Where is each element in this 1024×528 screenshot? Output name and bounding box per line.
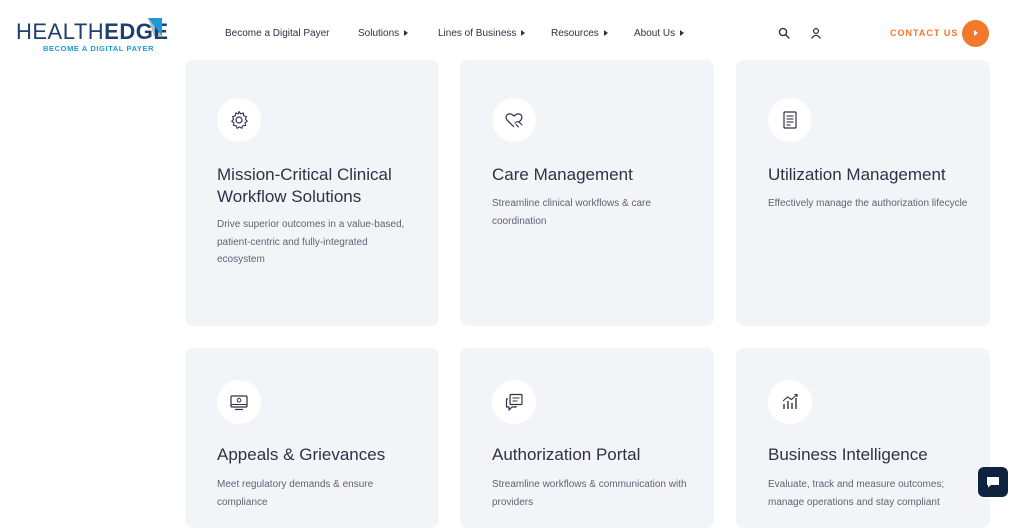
logo-tagline: BECOME A DIGITAL PAYER [43, 44, 155, 53]
solution-card-clinical-workflow[interactable]: Mission-Critical Clinical Workflow Solut… [185, 60, 439, 326]
card-icon-circle [492, 380, 536, 424]
card-icon-circle [217, 380, 261, 424]
card-icon-circle [492, 98, 536, 142]
nav-resources[interactable]: Resources [551, 26, 608, 42]
user-icon[interactable] [810, 27, 822, 39]
card-icon-circle [217, 98, 261, 142]
chat-document-icon [505, 393, 523, 411]
solution-card-utilization-management[interactable]: Utilization Management Effectively manag… [736, 60, 990, 326]
card-title: Appeals & Grievances [217, 445, 386, 464]
caret-right-icon [404, 30, 409, 37]
card-title: Care Management [492, 165, 633, 184]
solution-card-business-intelligence[interactable]: Business Intelligence Evaluate, track an… [736, 348, 990, 528]
solution-card-appeals-grievances[interactable]: Appeals & Grievances Meet regulatory dem… [185, 348, 439, 528]
caret-right-icon [603, 30, 608, 37]
card-title: Mission-Critical Clinical Workflow Solut… [217, 165, 392, 206]
card-title: Utilization Management [768, 165, 946, 184]
nav-lines-of-business[interactable]: Lines of Business [438, 26, 526, 42]
card-icon-circle [768, 380, 812, 424]
chart-icon [782, 393, 798, 409]
arrow-right-icon [974, 30, 978, 36]
monitor-icon [230, 395, 248, 411]
document-icon [783, 111, 797, 129]
gear-icon [231, 110, 248, 129]
contact-us-link[interactable]: CONTACT US [890, 28, 958, 38]
chat-bubble-icon [987, 477, 999, 488]
chat-widget-button[interactable] [978, 467, 1008, 497]
caret-right-icon [521, 30, 526, 37]
nav-solutions[interactable]: Solutions [358, 26, 409, 42]
logo-mark-icon [148, 18, 162, 36]
card-title: Business Intelligence [768, 445, 928, 464]
nav-become-a-digital-payer[interactable]: Become a Digital Payer [225, 26, 330, 42]
contact-us-button[interactable] [962, 20, 989, 47]
card-description: Streamline clinical workflows & care coo… [492, 198, 651, 227]
card-icon-circle [768, 98, 812, 142]
search-icon[interactable] [778, 27, 790, 39]
healthedge-logo[interactable]: HEALTHEDGE BECOME A DIGITAL PAYER [16, 18, 169, 54]
caret-right-icon [680, 30, 685, 37]
nav-about-us[interactable]: About Us [634, 26, 685, 42]
card-description: Streamline workflows & communication wit… [492, 479, 687, 508]
card-description: Drive superior outcomes in a value-based… [217, 219, 405, 265]
logo-wordmark: HEALTHEDGE [16, 19, 169, 44]
card-description: Meet regulatory demands & ensure complia… [217, 479, 374, 508]
card-description: Evaluate, track and measure outcomes; ma… [768, 479, 945, 508]
heart-hand-icon [505, 113, 523, 128]
card-title: Authorization Portal [492, 445, 641, 464]
solution-card-authorization-portal[interactable]: Authorization Portal Streamline workflow… [460, 348, 714, 528]
solution-card-care-management[interactable]: Care Management Streamline clinical work… [460, 60, 714, 326]
card-description: Effectively manage the authorization lif… [768, 198, 968, 209]
